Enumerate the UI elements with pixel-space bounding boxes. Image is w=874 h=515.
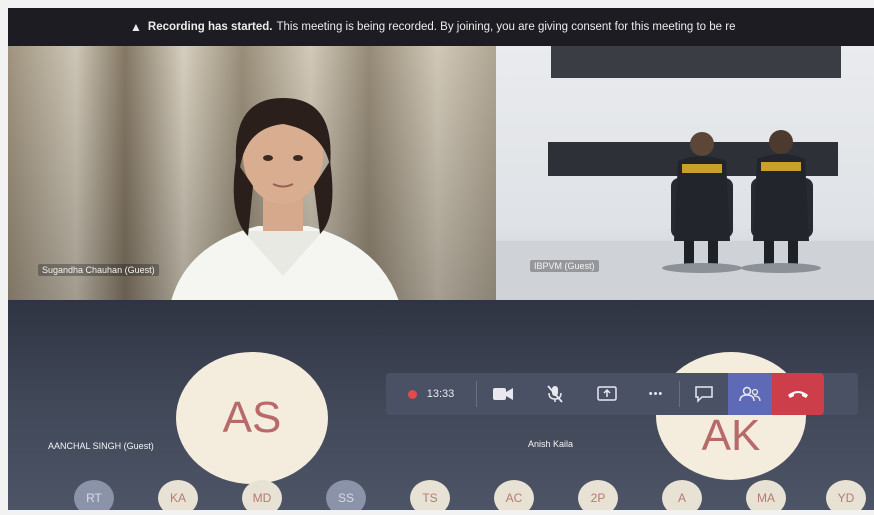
participant-avatar[interactable]: TS: [410, 480, 450, 510]
avatar-participant[interactable]: AK: [656, 352, 806, 480]
avatar-initials: AK: [701, 411, 761, 460]
camera-icon: [493, 388, 513, 400]
participant-avatar[interactable]: 2P: [578, 480, 618, 510]
share-button[interactable]: [581, 373, 633, 415]
participant-avatar[interactable]: SS: [326, 480, 366, 510]
more-icon: •••: [648, 388, 664, 400]
participant-video: [171, 98, 399, 300]
meeting-control-bar: 13:33 •••: [386, 373, 858, 415]
share-icon: [597, 386, 617, 401]
mic-off-icon: [547, 385, 563, 403]
avatar-initials: AS: [222, 393, 282, 442]
participant-avatar[interactable]: A: [662, 480, 702, 510]
participant-stage: AS AANCHAL SINGH (Guest) AK Anish Kaila …: [8, 300, 874, 510]
camera-button[interactable]: [477, 373, 529, 415]
banner-message: This meeting is being recorded. By joini…: [276, 21, 736, 33]
participant-avatar[interactable]: KA: [158, 480, 198, 510]
hang-up-icon: [788, 391, 808, 398]
record-icon: [407, 389, 417, 399]
participant-avatar[interactable]: MA: [746, 480, 786, 510]
video-tile-room[interactable]: IBPVM (Guest): [496, 46, 874, 300]
video-tile-participant[interactable]: Sugandha Chauhan (Guest): [8, 46, 496, 300]
meeting-window: ▲ Recording has started. This meeting is…: [8, 8, 874, 510]
avatar-name-label: AANCHAL SINGH (Guest): [48, 441, 154, 451]
participant-avatar[interactable]: MD: [242, 480, 282, 510]
participant-avatar[interactable]: YD: [826, 480, 866, 510]
chat-icon: [695, 386, 713, 403]
avatar-name-label: Anish Kaila: [528, 439, 574, 449]
participant-avatar[interactable]: RT: [74, 480, 114, 510]
hang-up-button[interactable]: [772, 373, 824, 415]
participants-button[interactable]: [728, 373, 772, 415]
warning-icon: ▲: [130, 20, 142, 34]
tile-name-label: IBPVM (Guest): [530, 260, 599, 272]
timer-text: 13:33: [426, 388, 455, 400]
avatar-participant[interactable]: AS: [176, 352, 328, 484]
more-button[interactable]: •••: [633, 373, 679, 415]
chat-button[interactable]: [680, 373, 728, 415]
recording-timer: 13:33: [386, 373, 476, 415]
recording-banner: ▲ Recording has started. This meeting is…: [8, 8, 874, 46]
mute-button[interactable]: [529, 373, 581, 415]
tile-name-label: Sugandha Chauhan (Guest): [38, 264, 159, 276]
banner-title: Recording has started.: [147, 21, 273, 33]
participant-avatar[interactable]: AC: [494, 480, 534, 510]
participants-icon: [739, 386, 761, 402]
